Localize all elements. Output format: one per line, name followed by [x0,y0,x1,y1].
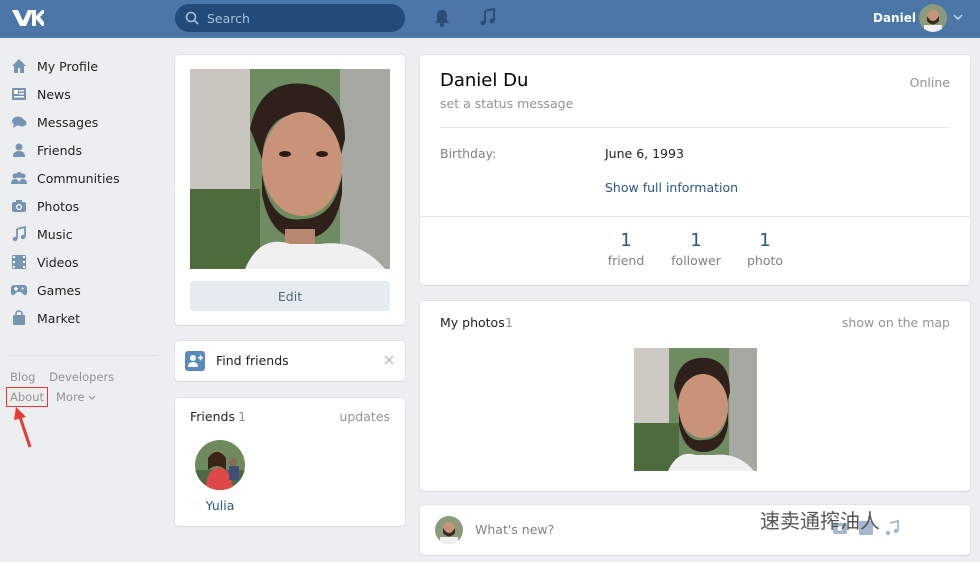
sidebar-item-music[interactable]: Music [0,220,160,248]
photo-thumbnail[interactable] [634,348,757,471]
profile-photo[interactable] [190,69,390,269]
stat-photos[interactable]: 1 photo [725,230,805,268]
header-avatar[interactable] [919,4,947,32]
music-note-icon [10,225,28,243]
developers-link[interactable]: Developers [49,370,114,384]
friend-avatar[interactable] [195,440,245,490]
sidebar-item-label: Music [37,226,73,242]
more-label: More [56,390,85,404]
search-icon [185,11,199,25]
vk-logo-icon[interactable] [10,6,44,30]
home-icon [10,57,28,75]
my-photos-card: My photos 1 show on the map [420,301,970,491]
birthday-value[interactable]: June 6, 1993 [605,146,684,161]
attach-music-icon[interactable] [884,520,900,536]
red-arrow-annotation-icon [14,407,32,448]
close-icon[interactable] [383,354,395,366]
new-post-card: What's new? [420,505,970,555]
stat-value: 1 [620,230,632,251]
watermark-text: 速卖通搾油人 [760,509,880,533]
messages-icon [10,113,28,131]
sidebar-item-label: News [37,86,71,102]
friend-name[interactable]: Yulia [190,498,250,513]
profile-info-card: Daniel Du Online set a status message Bi… [420,55,970,285]
show-full-information-link[interactable]: Show full information [605,180,738,195]
friends-icon [10,141,28,159]
stat-followers[interactable]: 1 follower [656,230,736,268]
show-on-map-link[interactable]: show on the map [842,315,950,330]
stat-caption: photo [746,253,784,268]
friends-card: Friends 1 updates Yulia [175,398,405,526]
sidebar-item-news[interactable]: News [0,80,160,108]
birthday-label: Birthday: [440,146,497,161]
sidebar-item-communities[interactable]: Communities [0,164,160,192]
add-friend-icon [185,351,205,371]
stat-friends[interactable]: 1 friend [586,230,666,268]
market-icon [10,309,28,327]
videos-icon [10,253,28,271]
my-photos-count: 1 [505,315,513,330]
sidebar-item-label: Friends [37,142,82,158]
sidebar-item-label: Messages [37,114,99,130]
sidebar-footer-links: Blog Developers [10,370,124,384]
sidebar-item-label: My Profile [37,58,99,74]
search-input[interactable] [207,10,387,26]
sidebar-item-videos[interactable]: Videos [0,248,160,276]
sidebar-item-label: Market [37,310,80,326]
sidebar-item-games[interactable]: Games [0,276,160,304]
online-status: Online [909,75,950,90]
stat-value: 1 [690,230,702,251]
chevron-down-icon[interactable] [953,13,963,21]
games-icon [10,281,28,299]
find-friends-card[interactable]: Find friends [175,341,405,381]
friends-updates-link[interactable]: updates [339,409,390,424]
divider [440,127,950,128]
post-avatar [435,516,463,544]
music-icon[interactable] [478,8,498,28]
friends-count: 1 [238,409,246,424]
sidebar-item-label: Games [37,282,81,298]
my-photos-title[interactable]: My photos [440,315,505,330]
stat-caption: follower [671,253,721,268]
top-bar: Daniel [0,0,980,38]
camera-icon [10,197,28,215]
about-link[interactable]: About [10,390,44,404]
bell-icon[interactable] [432,8,452,28]
sidebar-item-market[interactable]: Market [0,304,160,332]
whats-new-input[interactable]: What's new? [475,522,554,537]
more-link[interactable]: More [56,390,96,404]
divider [420,216,970,217]
sidebar-item-friends[interactable]: Friends [0,136,160,164]
search-box[interactable] [175,4,405,32]
sidebar-item-label: Photos [37,198,80,214]
blog-link[interactable]: Blog [10,370,35,384]
header-user-name[interactable]: Daniel [873,11,916,25]
sidebar-divider [8,355,158,356]
communities-icon [10,169,28,187]
profile-photo-card: Edit [175,55,405,325]
sidebar-item-my-profile[interactable]: My Profile [0,52,160,80]
stat-value: 1 [759,230,771,251]
edit-profile-button[interactable]: Edit [190,281,390,311]
profile-name: Daniel Du [440,70,529,91]
sidebar-item-photos[interactable]: Photos [0,192,160,220]
news-icon [10,85,28,103]
sidebar-item-messages[interactable]: Messages [0,108,160,136]
sidebar-item-label: Communities [37,170,120,186]
status-message-input[interactable]: set a status message [440,96,573,111]
stat-caption: friend [607,253,645,268]
sidebar-item-label: Videos [37,254,79,270]
find-friends-label: Find friends [216,353,289,368]
friends-title[interactable]: Friends [190,409,235,424]
chevron-down-icon [88,395,96,400]
left-sidebar: My Profile News Messages Friends Communi… [0,52,160,332]
